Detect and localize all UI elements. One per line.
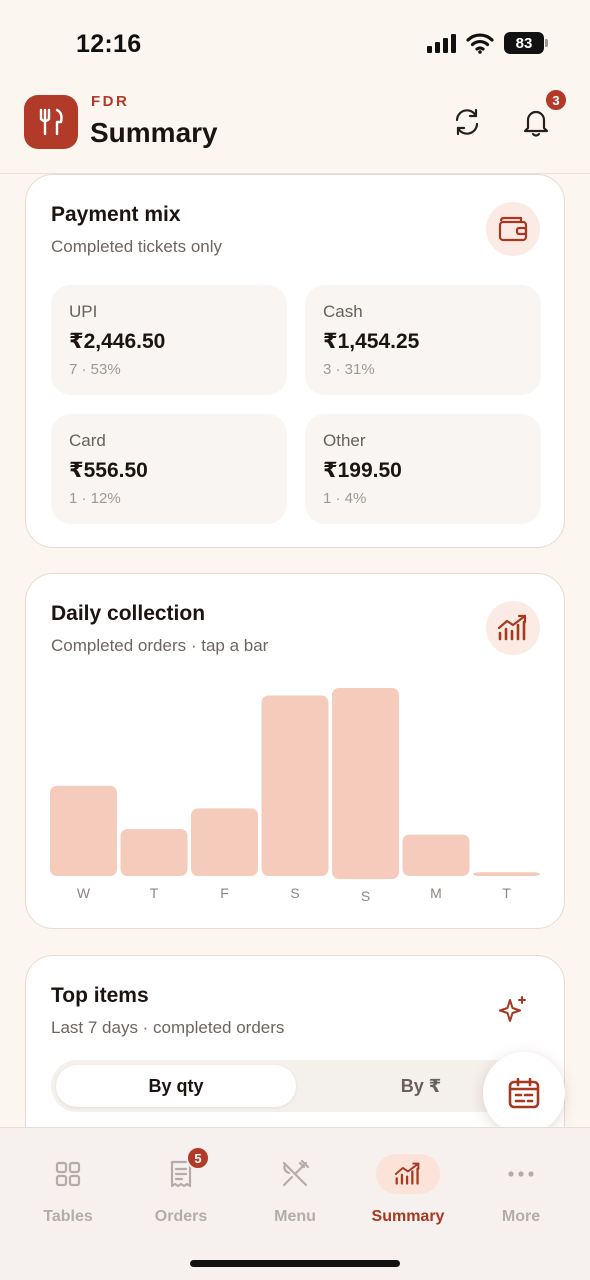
payment-mix-subtitle: Completed tickets only: [51, 237, 223, 256]
nav-icon-container: [489, 1154, 553, 1194]
chart-tick-label: T: [150, 885, 159, 901]
sparkle-icon: [499, 996, 526, 1022]
payment-meta: 3 · 31%: [323, 361, 375, 378]
payment-tile-cash: Cash ₹1,454.25 3 · 31%: [305, 285, 541, 395]
nav-item-more[interactable]: More: [471, 1154, 571, 1250]
payment-tile-other: Other ₹199.50 1 · 4%: [305, 414, 541, 524]
payment-label: Cash: [323, 302, 363, 321]
chart-tick-label: S: [361, 888, 370, 904]
chart-tick-label: T: [502, 885, 511, 901]
payment-amount: ₹2,446.50: [69, 330, 166, 353]
nav-icon-container: [36, 1154, 100, 1194]
payment-label: Card: [69, 431, 106, 450]
page-title: Summary: [90, 117, 218, 148]
orders-badge: 5: [186, 1146, 210, 1170]
payment-label: Other: [323, 431, 366, 450]
chart-tick-label: M: [430, 885, 442, 901]
home-indicator: [190, 1260, 400, 1267]
payment-mix-title: Payment mix: [51, 203, 181, 226]
bell-icon: [523, 110, 549, 137]
notifications-badge: 3: [544, 88, 568, 112]
payment-mix-card: Payment mix Completed tickets only UPI ₹…: [25, 174, 565, 548]
status-time: 12:16: [76, 30, 142, 58]
nav-label: Menu: [274, 1208, 316, 1225]
payment-meta: 1 · 4%: [323, 490, 367, 507]
more-dots-icon: [508, 1171, 534, 1177]
status-icons: 83: [426, 32, 548, 54]
chart-bar[interactable]: [50, 785, 117, 876]
daily-collection-chart: WTFSSMT: [50, 688, 540, 904]
wifi-icon: [466, 32, 494, 54]
top-items-title: Top items: [51, 984, 149, 1007]
chart-trend-icon: [394, 1162, 420, 1185]
summary-screen: 12:16 83 FDR Summary 3 Payment mix Compl…: [0, 0, 590, 1280]
chart-tick-label: F: [220, 885, 229, 901]
nav-icon-container: [263, 1154, 327, 1194]
payment-amount: ₹199.50: [323, 459, 402, 482]
payment-label: UPI: [69, 302, 98, 321]
restaurant-logo: [24, 95, 78, 149]
chart-bar[interactable]: [473, 872, 540, 876]
nav-label: More: [501, 1208, 541, 1225]
chart-bar[interactable]: [191, 808, 258, 876]
wallet-icon: [498, 216, 528, 242]
grid-icon: [55, 1161, 81, 1187]
fork-knife-icon: [39, 108, 63, 136]
app-header: FDR Summary 3: [0, 84, 590, 174]
calendar-icon: [508, 1077, 540, 1109]
chart-tick-label: S: [290, 885, 299, 901]
payment-amount: ₹556.50: [69, 459, 148, 482]
payment-tile-upi: UPI ₹2,446.50 7 · 53%: [51, 285, 287, 395]
top-items-icon-badge: [486, 983, 540, 1037]
chart-tick-label: W: [77, 885, 91, 901]
payment-meta: 1 · 12%: [69, 490, 121, 507]
cellular-signal-icon: [427, 34, 456, 53]
utensils-crossed-icon: [282, 1159, 310, 1187]
chart-bar[interactable]: [261, 695, 329, 876]
calendar-fab[interactable]: [483, 1052, 565, 1134]
top-items-subtitle: Last 7 days · completed orders: [51, 1018, 285, 1037]
chart-bar[interactable]: [402, 834, 470, 876]
refresh-button[interactable]: [445, 100, 489, 144]
status-bar: 12:16 83: [0, 0, 590, 84]
nav-item-menu[interactable]: Menu: [245, 1154, 345, 1250]
payment-amount: ₹1,454.25: [323, 330, 420, 353]
refresh-icon: [455, 108, 479, 136]
nav-label: Orders: [154, 1208, 208, 1225]
bottom-nav: Tables 5 Orders Menu Summary More: [0, 1127, 590, 1280]
tab-by-qty[interactable]: By qty: [56, 1065, 296, 1107]
nav-item-orders[interactable]: 5 Orders: [131, 1146, 231, 1250]
chart-bar[interactable]: [332, 688, 399, 879]
top-items-sort-toggle: By qty By ₹: [51, 1060, 551, 1112]
nav-item-tables[interactable]: Tables: [18, 1154, 118, 1250]
payment-meta: 7 · 53%: [69, 361, 121, 378]
nav-label: Summary: [371, 1208, 445, 1225]
battery-indicator: 83: [504, 32, 548, 54]
chart-bar[interactable]: [120, 829, 188, 876]
nav-icon-container: 5: [149, 1146, 213, 1194]
nav-icon-container: [376, 1154, 440, 1194]
notifications-button[interactable]: 3: [514, 88, 568, 144]
daily-collection-card: Daily collection Completed orders · tap …: [25, 573, 565, 929]
brand-name: FDR: [91, 93, 130, 110]
payment-tile-card: Card ₹556.50 1 · 12%: [51, 414, 287, 524]
nav-item-summary[interactable]: Summary: [358, 1154, 458, 1250]
nav-label: Tables: [43, 1208, 93, 1225]
payment-mix-icon-badge: [486, 202, 540, 256]
